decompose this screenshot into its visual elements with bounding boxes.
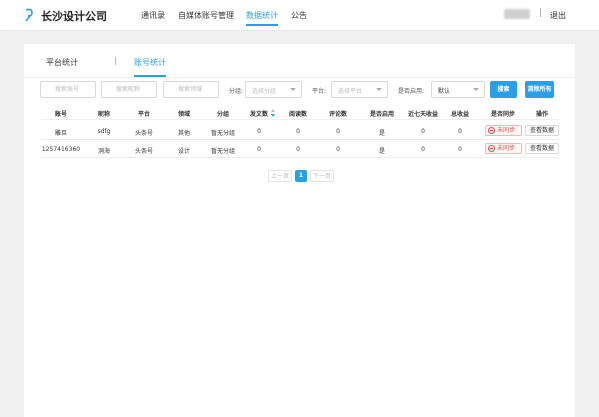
cell-platform: 头条号: [134, 130, 153, 137]
cell-nickname: sdfg: [97, 128, 111, 135]
logo-icon: [25, 8, 33, 22]
cell-posts: 0: [257, 146, 261, 153]
chevron-down-icon: [473, 88, 479, 91]
tab-divider: [24, 77, 575, 78]
cell-week-income: 0: [421, 146, 425, 153]
nav-item-media-accounts[interactable]: 自媒体账号管理: [178, 10, 234, 21]
nav-separator: |: [539, 8, 543, 18]
column-header-nickname: 昵称: [97, 111, 110, 118]
cell-field: 其他: [177, 130, 190, 137]
cell-enabled: 是: [378, 130, 385, 137]
group-label: 分组:: [229, 88, 244, 95]
search-nickname-input[interactable]: [101, 81, 157, 98]
group-select[interactable]: 选择分组: [245, 81, 302, 98]
cell-nickname: 洞海: [97, 148, 110, 155]
enabled-label: 是否启用:: [398, 88, 425, 95]
cell-total-income: 0: [458, 128, 462, 135]
platform-select[interactable]: 选择平台: [331, 81, 388, 98]
search-account-input[interactable]: [40, 81, 96, 98]
column-header-enabled: 是否启用: [369, 111, 394, 118]
cell-reads: 0: [296, 128, 300, 135]
platform-select-value: 选择平台: [338, 88, 363, 95]
column-header-group: 分组: [216, 111, 229, 118]
user-name-blurred[interactable]: [504, 9, 530, 19]
column-header-comments: 评论数: [328, 111, 347, 118]
tab-platform-stats[interactable]: 平台统计: [46, 57, 78, 68]
enabled-select-value: 默认: [438, 88, 451, 95]
next-page-button[interactable]: 下一页: [310, 170, 334, 182]
row-divider: [41, 157, 559, 158]
sort-icon[interactable]: [271, 109, 275, 117]
search-field-input[interactable]: [163, 81, 219, 98]
platform-label: 平台:: [312, 88, 327, 95]
logout-link[interactable]: 退出: [550, 10, 566, 21]
not-synced-badge: 未同步: [485, 143, 522, 154]
page-number-current[interactable]: 1: [295, 170, 307, 182]
cell-posts: 0: [257, 128, 261, 135]
cell-account: 1257416360: [41, 146, 81, 153]
cell-total-income: 0: [458, 146, 462, 153]
tab-separator: |: [114, 56, 117, 65]
nav-item-contacts[interactable]: 通讯录: [141, 10, 165, 21]
column-header-reads: 阅读数: [288, 111, 307, 118]
cell-week-income: 0: [421, 128, 425, 135]
not-synced-label: 未同步: [497, 127, 516, 134]
cell-enabled: 是: [378, 148, 385, 155]
minus-circle-icon: [488, 127, 495, 134]
prev-page-button[interactable]: 上一页: [268, 170, 292, 182]
nav-item-statistics[interactable]: 数据统计: [246, 10, 278, 26]
minus-circle-icon: [488, 145, 495, 152]
column-header-sync: 是否同步: [490, 111, 515, 118]
cell-platform: 头条号: [134, 148, 153, 155]
view-data-button[interactable]: 查看数据: [525, 143, 559, 154]
cell-account: 雕旦: [54, 130, 67, 137]
column-header-field: 领域: [177, 111, 190, 118]
clear-all-button[interactable]: 清除所有: [525, 81, 554, 98]
cell-field: 设计: [177, 148, 190, 155]
not-synced-badge: 未同步: [485, 125, 522, 136]
column-header-posts[interactable]: 发文数: [244, 109, 274, 118]
chevron-down-icon: [376, 88, 382, 91]
nav-item-announcements[interactable]: 公告: [291, 10, 307, 21]
enabled-select[interactable]: 默认: [431, 81, 485, 98]
view-data-button[interactable]: 查看数据: [525, 125, 559, 136]
company-name: 长沙设计公司: [41, 10, 107, 23]
not-synced-label: 未同步: [497, 145, 516, 152]
column-header-account: 账号: [54, 111, 67, 118]
column-header-actions: 操作: [535, 111, 548, 118]
top-navbar: 长沙设计公司 通讯录 自媒体账号管理 数据统计 公告 | 退出: [0, 0, 599, 31]
group-select-value: 选择分组: [252, 88, 277, 95]
cell-group: 暂无分组: [210, 130, 235, 137]
cell-group: 暂无分组: [210, 148, 235, 155]
cell-comments: 0: [336, 146, 340, 153]
search-button[interactable]: 搜索: [490, 81, 517, 98]
content-card: 平台统计 | 账号统计: [24, 44, 575, 417]
column-header-week-income: 近七天收益: [407, 111, 438, 118]
column-header-platform: 平台: [137, 111, 150, 118]
tab-account-stats[interactable]: 账号统计: [134, 57, 166, 77]
chevron-down-icon: [290, 88, 296, 91]
column-header-total-income: 总收益: [450, 111, 469, 118]
cell-reads: 0: [296, 146, 300, 153]
row-divider: [41, 139, 559, 140]
cell-comments: 0: [336, 128, 340, 135]
